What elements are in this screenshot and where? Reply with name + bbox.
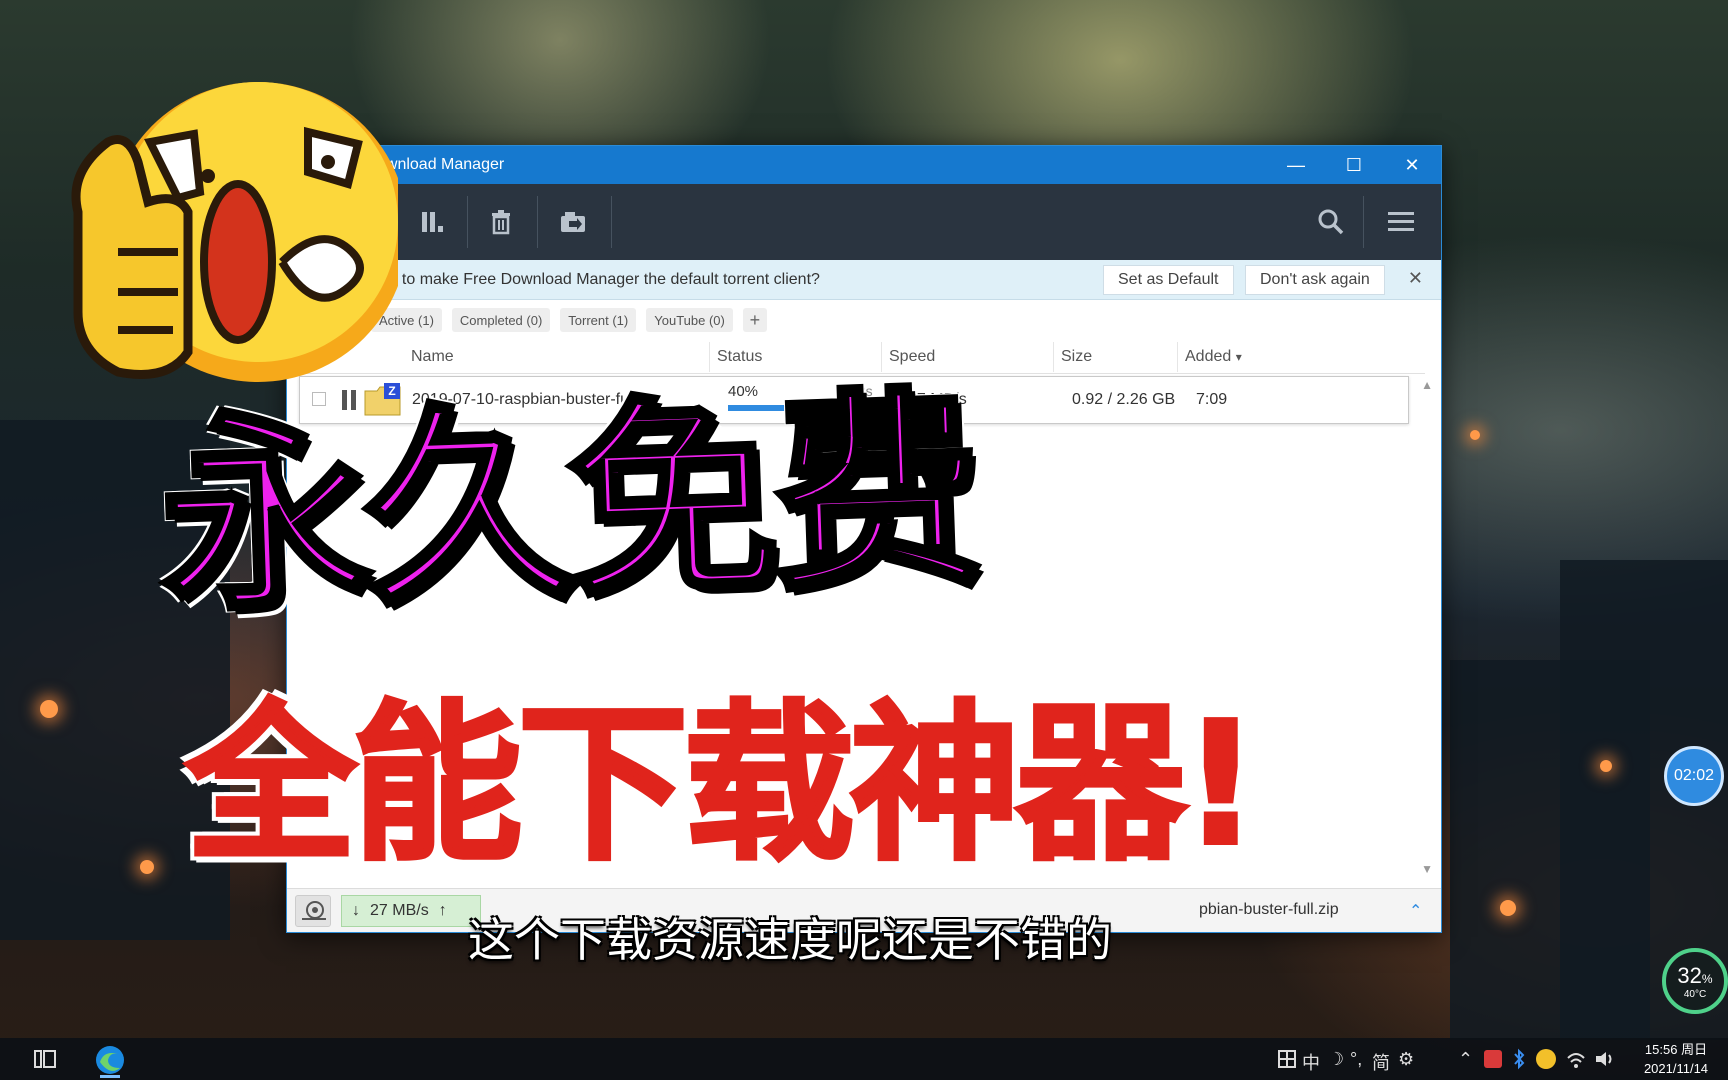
column-divider[interactable] — [881, 342, 882, 372]
column-name[interactable]: Name — [411, 348, 454, 366]
current-file-name: pbian-buster-full.zip — [1199, 901, 1339, 918]
banner-headline-free: 永久免费 — [153, 365, 983, 644]
menu-icon — [1388, 212, 1414, 231]
task-view-icon[interactable] — [34, 1050, 56, 1068]
download-size: 0.92 / 2.26 GB — [1072, 391, 1176, 408]
column-divider[interactable] — [1177, 342, 1178, 372]
clock-date: 2021/11/14 — [1643, 1061, 1709, 1076]
wallpaper-light — [1600, 760, 1612, 772]
ime-settings-gear-icon[interactable]: ⚙ — [1398, 1049, 1414, 1070]
security-shield-icon[interactable] — [1536, 1049, 1556, 1069]
cpu-usage: 32% — [1677, 963, 1712, 989]
wallpaper-light — [40, 700, 58, 718]
ime-halfwidth-moon-icon[interactable]: ☽ — [1328, 1049, 1344, 1070]
close-button[interactable]: ✕ — [1383, 146, 1441, 184]
total-download-speed: 27 MB/s — [370, 902, 429, 919]
notification-close-icon[interactable]: ✕ — [1408, 268, 1423, 289]
recording-timer[interactable]: 02:02 — [1664, 746, 1724, 806]
bluetooth-icon[interactable] — [1512, 1048, 1526, 1070]
move-button[interactable] — [553, 202, 593, 242]
video-subtitle: 这个下载资源速度呢还是不错的 — [468, 913, 1112, 967]
cpu-usage-unit: % — [1701, 971, 1713, 986]
toolbar-divider — [611, 196, 612, 248]
tray-app-icon[interactable] — [1484, 1050, 1502, 1068]
ime-punctuation[interactable]: °, — [1350, 1049, 1362, 1070]
taskbar: 中 ☽ °, 简 ⚙ ⌃ 15:56 周日 2021/11/14 — [0, 1038, 1728, 1080]
tab-youtube[interactable]: YouTube (0) — [646, 308, 733, 332]
trash-icon — [492, 210, 510, 235]
wallpaper-light — [1470, 430, 1480, 440]
cpu-usage-value: 32 — [1677, 962, 1702, 988]
snail-icon — [302, 901, 326, 920]
scroll-up-icon[interactable]: ▲ — [1421, 378, 1433, 392]
ime-simplified[interactable]: 简 — [1372, 1049, 1390, 1075]
default-client-notification: ike to make Free Download Manager the de… — [287, 260, 1441, 300]
main-menu-button[interactable] — [1381, 202, 1421, 242]
toolbar-divider — [537, 196, 538, 248]
sort-desc-icon: ▾ — [1235, 350, 1242, 364]
shocked-thumbs-up-emoji-icon — [71, 82, 398, 382]
tray-expand-chevron-icon[interactable]: ⌃ — [1458, 1049, 1473, 1070]
edge-browser-icon — [96, 1046, 124, 1074]
move-icon — [561, 212, 585, 232]
column-added-label: Added — [1185, 348, 1232, 365]
pause-icon — [422, 212, 443, 232]
download-added: 7:09 — [1196, 391, 1228, 408]
cpu-temperature: 40°C — [1683, 988, 1707, 1000]
clock-time: 15:56 周日 — [1644, 1042, 1708, 1057]
add-filter-button[interactable]: + — [742, 308, 767, 332]
snail-mode-button[interactable] — [295, 895, 331, 927]
banner-headline-downloader: 全能下载神器! — [184, 686, 1262, 884]
wifi-icon[interactable] — [1566, 1050, 1586, 1068]
keyboard-grid-icon[interactable] — [1278, 1050, 1296, 1068]
pause-button[interactable] — [411, 202, 451, 242]
upload-arrow-icon: ↑ — [438, 902, 447, 919]
window-titlebar[interactable]: ownload Manager — ☐ ✕ — [287, 146, 1441, 184]
volume-icon[interactable] — [1594, 1050, 1614, 1068]
toolbar — [287, 184, 1441, 260]
toolbar-divider — [1363, 196, 1364, 248]
delete-button[interactable] — [481, 202, 521, 242]
search-icon — [1318, 209, 1344, 235]
downloads-table-header: Name Status Speed Size Added ▾ — [297, 342, 1425, 374]
expand-icon[interactable]: ⌃ — [1409, 901, 1422, 921]
wallpaper-light — [140, 860, 154, 874]
edge-taskbar-button[interactable] — [88, 1042, 132, 1078]
clock[interactable]: 15:56 周日 2021/11/14 — [1630, 1040, 1722, 1078]
column-added[interactable]: Added ▾ — [1185, 348, 1242, 366]
column-divider[interactable] — [1053, 342, 1054, 372]
speed-summary[interactable]: ↓ 27 MB/s ↑ — [341, 895, 481, 927]
scroll-down-icon[interactable]: ▼ — [1421, 862, 1433, 876]
search-button[interactable] — [1311, 202, 1351, 242]
cpu-monitor-widget[interactable]: 32% 40°C — [1662, 948, 1728, 1014]
column-divider[interactable] — [709, 342, 710, 372]
active-app-indicator — [100, 1075, 120, 1078]
set-as-default-button[interactable]: Set as Default — [1103, 265, 1234, 295]
tab-torrent[interactable]: Torrent (1) — [560, 308, 637, 332]
minimize-button[interactable]: — — [1267, 146, 1325, 184]
wallpaper-light — [1500, 900, 1516, 916]
maximize-button[interactable]: ☐ — [1325, 146, 1383, 184]
ime-language[interactable]: 中 — [1302, 1049, 1320, 1075]
column-size[interactable]: Size — [1061, 348, 1092, 366]
column-speed[interactable]: Speed — [889, 348, 935, 366]
tab-completed[interactable]: Completed (0) — [451, 308, 551, 332]
download-arrow-icon: ↓ — [352, 902, 360, 919]
filter-tabs: Active (1) Completed (0) Torrent (1) You… — [287, 300, 1441, 340]
toolbar-divider — [467, 196, 468, 248]
column-status[interactable]: Status — [717, 348, 762, 366]
notification-text: ike to make Free Download Manager the de… — [377, 270, 820, 288]
dont-ask-again-button[interactable]: Don't ask again — [1245, 265, 1385, 295]
